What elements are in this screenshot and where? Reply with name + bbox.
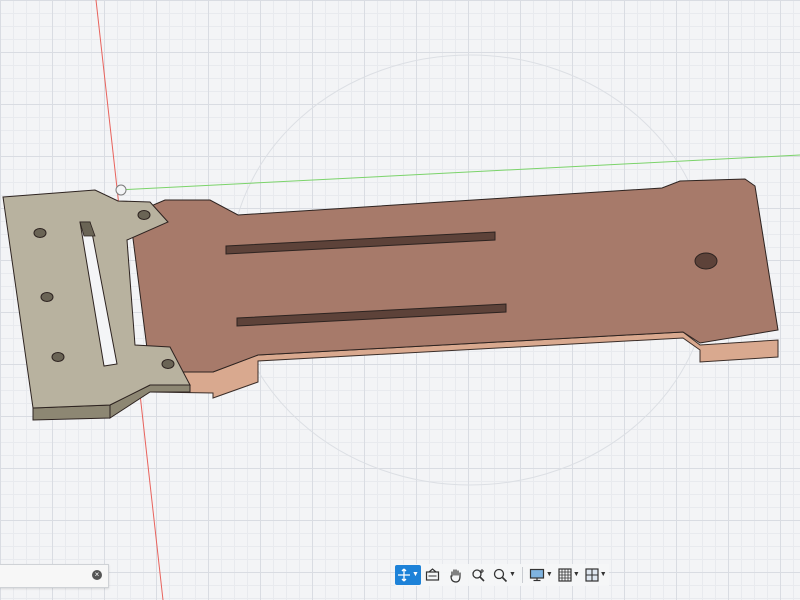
chevron-down-icon[interactable]: ▼ [600,565,607,585]
grid-snaps-tool[interactable]: ▼ [556,565,582,585]
close-icon[interactable]: × [92,570,102,580]
orbit-tool[interactable]: ▼ [395,565,421,585]
display-settings-tool[interactable]: ▼ [527,565,555,585]
orbit-icon [398,568,410,582]
design-viewport[interactable] [0,0,800,600]
zoom-icon [472,568,486,582]
chevron-down-icon[interactable]: ▼ [412,565,419,585]
toolbar-divider [521,567,523,583]
look-at-tool[interactable] [422,565,444,585]
bracket-hole-2[interactable] [137,210,151,220]
model-scene[interactable] [0,0,800,600]
viewports-tool[interactable]: ▼ [583,565,609,585]
mounting-hole[interactable] [694,252,718,270]
zoom-tool[interactable] [468,565,490,585]
chevron-down-icon[interactable]: ▼ [546,565,553,585]
chevron-down-icon[interactable]: ▼ [573,565,580,585]
look-at-icon [426,568,440,581]
bracket-hole-5[interactable] [161,359,175,369]
monitor-icon [529,568,544,582]
plate-top-face[interactable] [129,178,779,373]
pan-tool[interactable] [445,565,467,585]
hand-icon [450,568,462,583]
magnifier-icon [493,568,508,582]
bracket-hole-4[interactable] [51,352,65,362]
grid-icon [558,568,572,582]
bracket-hole-1[interactable] [33,228,47,238]
origin-icon[interactable] [115,184,127,196]
bracket-hole-3[interactable] [40,292,54,302]
fit-tool[interactable]: ▼ [491,565,518,585]
browser-panel[interactable]: × [0,564,109,588]
chevron-down-icon[interactable]: ▼ [509,565,516,585]
viewports-icon [585,568,599,582]
navigation-toolbar: ▼ ▼ ▼ ▼ ▼ [395,564,609,586]
